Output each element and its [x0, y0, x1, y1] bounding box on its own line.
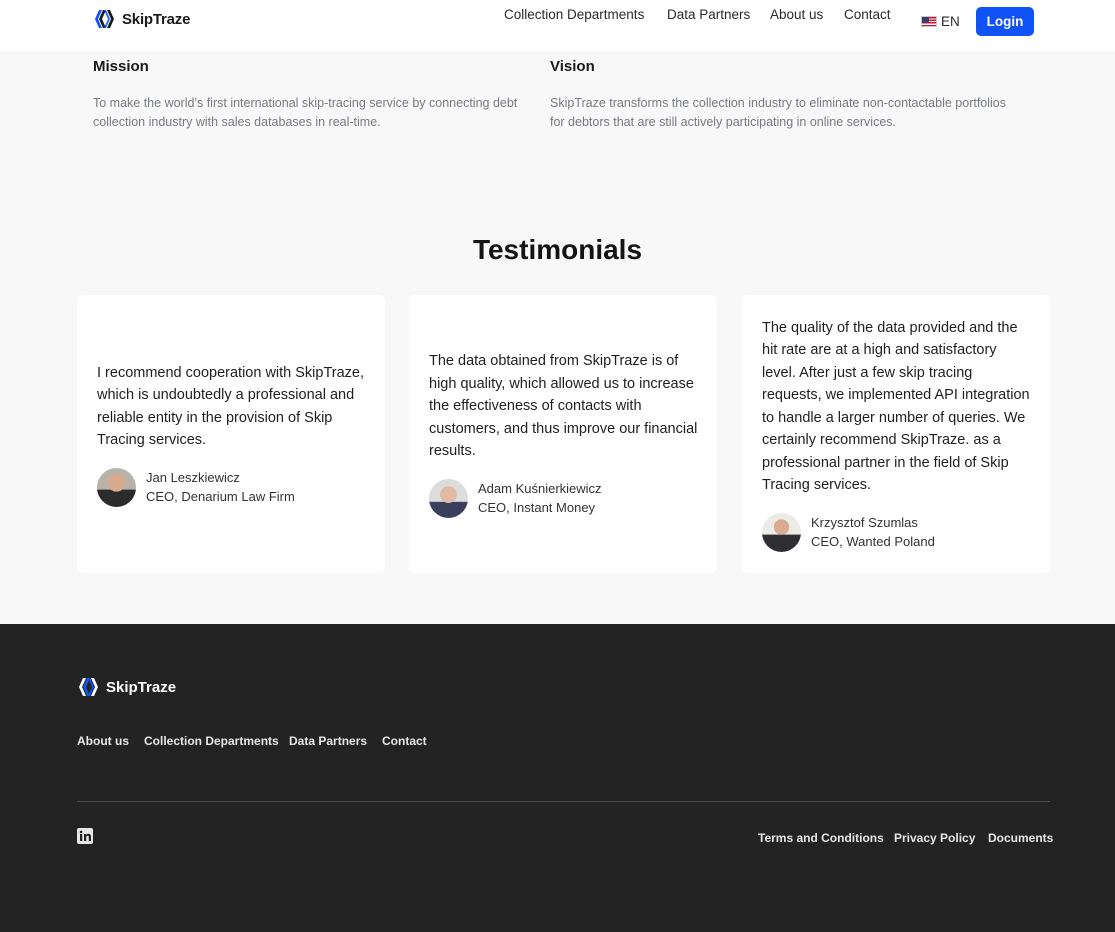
mission-title: Mission [93, 58, 149, 75]
testimonial-quote: I recommend cooperation with SkipTraze, … [97, 364, 365, 449]
footer-nav-about-us[interactable]: About us [77, 734, 129, 748]
avatar [97, 467, 136, 507]
footer-nav-collection-departments[interactable]: Collection Departments [144, 734, 279, 748]
author-role: CEO, Denarium Law Firm [146, 489, 295, 504]
skiptraze-logo-icon [79, 678, 98, 696]
vision-text: SkipTraze transforms the collection indu… [550, 96, 1007, 129]
testimonial-card: The data obtained from SkipTraze is of h… [409, 295, 717, 573]
footer-brand-name: SkipTraze [106, 678, 177, 696]
linkedin-icon[interactable] [77, 828, 93, 844]
avatar [762, 512, 801, 552]
privacy-policy-link[interactable]: Privacy Policy [894, 831, 975, 845]
author-role: CEO, Instant Money [478, 500, 596, 516]
nav-collection-departments[interactable]: Collection Departments [504, 7, 644, 22]
skiptraze-logo-icon [95, 10, 114, 28]
footer-divider [77, 801, 1050, 802]
author-name: Krzysztof Szumlas [811, 515, 918, 530]
testimonial-author: Jan Leszkiewicz CEO, Denarium Law Firm [97, 467, 367, 507]
language-label: EN [941, 14, 960, 29]
testimonial-author: Adam Kuśnierkiewicz CEO, Instant Money [429, 478, 699, 518]
testimonial-card: The quality of the data provided and the… [742, 295, 1050, 573]
terms-link[interactable]: Terms and Conditions [758, 831, 884, 845]
site-footer: SkipTraze About us Collection Department… [0, 624, 1115, 932]
site-header: SkipTraze Collection Departments Data Pa… [0, 0, 1115, 51]
author-role: CEO, Wanted Poland [811, 534, 935, 549]
testimonial-quote: The quality of the data provided and the… [762, 319, 1030, 494]
brand-name: SkipTraze [122, 10, 191, 28]
footer-brand-logo[interactable]: SkipTraze [78, 677, 176, 697]
author-name: Jan Leszkiewicz [146, 470, 240, 485]
language-selector[interactable]: EN [921, 14, 960, 29]
nav-contact[interactable]: Contact [844, 7, 891, 22]
vision-title: Vision [550, 58, 595, 75]
testimonial-author: Krzysztof Szumlas CEO, Wanted Poland [762, 512, 1032, 552]
testimonial-card: I recommend cooperation with SkipTraze, … [77, 295, 385, 573]
us-flag-icon [921, 16, 937, 27]
documents-link[interactable]: Documents [988, 831, 1053, 845]
avatar [429, 478, 468, 518]
author-name: Adam Kuśnierkiewicz [478, 481, 602, 497]
nav-about-us[interactable]: About us [770, 7, 823, 22]
testimonials-title: Testimonials [472, 234, 643, 265]
testimonial-quote: The data obtained from SkipTraze is of h… [429, 353, 698, 460]
footer-nav-contact[interactable]: Contact [382, 734, 427, 748]
brand-logo[interactable]: SkipTraze [94, 9, 190, 29]
login-button[interactable]: Login [976, 7, 1034, 36]
nav-data-partners[interactable]: Data Partners [667, 7, 750, 22]
footer-nav-data-partners[interactable]: Data Partners [289, 734, 367, 748]
mission-text: To make the world’s first international … [93, 96, 518, 129]
